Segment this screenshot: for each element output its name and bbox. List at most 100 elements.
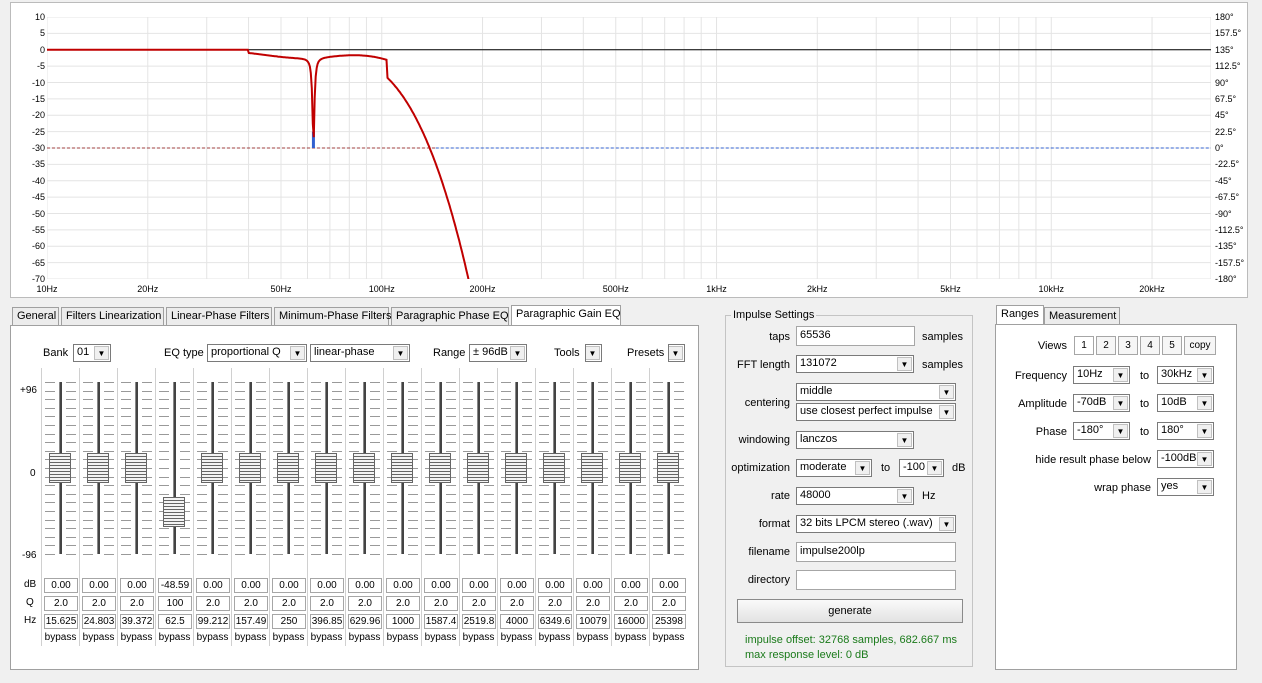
view-button-5[interactable]: 5 — [1162, 336, 1182, 355]
band-frequency-field[interactable]: 1000 — [386, 614, 420, 629]
tab-linear-phase-filters[interactable]: Linear-Phase Filters — [166, 307, 272, 326]
windowing-select[interactable]: lanczos ▼ — [796, 431, 914, 449]
gain-slider-thumb[interactable] — [391, 453, 413, 483]
band-bypass-toggle[interactable]: bypass — [346, 632, 383, 643]
band-bypass-toggle[interactable]: bypass — [42, 632, 79, 643]
band-bypass-toggle[interactable]: bypass — [498, 632, 535, 643]
band-bypass-toggle[interactable]: bypass — [536, 632, 573, 643]
tab-ranges[interactable]: Ranges — [996, 305, 1044, 326]
gain-slider-thumb[interactable] — [49, 453, 71, 483]
band-gain-field[interactable]: 0.00 — [386, 578, 420, 593]
band-gain-field[interactable]: 0.00 — [234, 578, 268, 593]
phase-mode-select[interactable]: linear-phase ▼ — [310, 344, 410, 362]
gain-slider-thumb[interactable] — [125, 453, 147, 483]
filename-input[interactable]: impulse200lp — [796, 542, 956, 562]
range-select[interactable]: ± 96dB ▼ — [469, 344, 527, 362]
tab-general[interactable]: General — [12, 307, 59, 326]
eq-type-select[interactable]: proportional Q ▼ — [207, 344, 307, 362]
generate-button[interactable]: generate — [737, 599, 963, 623]
band-gain-field[interactable]: -48.59 — [158, 578, 192, 593]
band-bypass-toggle[interactable]: bypass — [574, 632, 611, 643]
gain-slider-thumb[interactable] — [467, 453, 489, 483]
band-q-field[interactable]: 2.0 — [500, 596, 534, 611]
band-gain-field[interactable]: 0.00 — [196, 578, 230, 593]
tools-menu[interactable]: ▼ — [585, 344, 602, 362]
gain-slider-track[interactable] — [173, 382, 176, 554]
phase-from-select[interactable]: -180° ▼ — [1073, 422, 1130, 440]
wrap-phase-select[interactable]: yes ▼ — [1157, 478, 1214, 496]
bank-select[interactable]: 01 ▼ — [73, 344, 111, 362]
band-frequency-field[interactable]: 4000 — [500, 614, 534, 629]
band-bypass-toggle[interactable]: bypass — [460, 632, 497, 643]
band-q-field[interactable]: 2.0 — [234, 596, 268, 611]
band-gain-field[interactable]: 0.00 — [538, 578, 572, 593]
band-q-field[interactable]: 2.0 — [386, 596, 420, 611]
band-q-field[interactable]: 2.0 — [44, 596, 78, 611]
band-q-field[interactable]: 100 — [158, 596, 192, 611]
band-bypass-toggle[interactable]: bypass — [118, 632, 155, 643]
phase-to-select[interactable]: 180° ▼ — [1157, 422, 1214, 440]
gain-slider-thumb[interactable] — [315, 453, 337, 483]
view-button-1[interactable]: 1 — [1074, 336, 1094, 355]
band-gain-field[interactable]: 0.00 — [44, 578, 78, 593]
band-frequency-field[interactable]: 6349.6 — [538, 614, 572, 629]
gain-slider-thumb[interactable] — [429, 453, 451, 483]
band-frequency-field[interactable]: 396.85 — [310, 614, 344, 629]
band-bypass-toggle[interactable]: bypass — [270, 632, 307, 643]
band-q-field[interactable]: 2.0 — [196, 596, 230, 611]
presets-menu[interactable]: ▼ — [668, 344, 685, 362]
band-frequency-field[interactable]: 99.212 — [196, 614, 230, 629]
band-frequency-field[interactable]: 2519.8 — [462, 614, 496, 629]
amplitude-to-select[interactable]: 10dB ▼ — [1157, 394, 1214, 412]
gain-slider-thumb[interactable] — [277, 453, 299, 483]
band-q-field[interactable]: 2.0 — [462, 596, 496, 611]
band-bypass-toggle[interactable]: bypass — [612, 632, 649, 643]
band-bypass-toggle[interactable]: bypass — [384, 632, 421, 643]
band-gain-field[interactable]: 0.00 — [614, 578, 648, 593]
fft-length-select[interactable]: 131072 ▼ — [796, 355, 914, 373]
band-frequency-field[interactable]: 39.372 — [120, 614, 154, 629]
gain-slider-thumb[interactable] — [543, 453, 565, 483]
optimization-select[interactable]: moderate ▼ — [796, 459, 872, 477]
band-bypass-toggle[interactable]: bypass — [308, 632, 345, 643]
format-select[interactable]: 32 bits LPCM stereo (.wav) ▼ — [796, 515, 956, 533]
tab-paragraphic-phase-eq[interactable]: Paragraphic Phase EQ — [391, 307, 509, 326]
band-q-field[interactable]: 2.0 — [576, 596, 610, 611]
band-bypass-toggle[interactable]: bypass — [194, 632, 231, 643]
band-frequency-field[interactable]: 24.803 — [82, 614, 116, 629]
band-bypass-toggle[interactable]: bypass — [422, 632, 459, 643]
band-frequency-field[interactable]: 16000 — [614, 614, 648, 629]
band-q-field[interactable]: 2.0 — [82, 596, 116, 611]
band-bypass-toggle[interactable]: bypass — [650, 632, 687, 643]
band-q-field[interactable]: 2.0 — [652, 596, 686, 611]
band-q-field[interactable]: 2.0 — [538, 596, 572, 611]
tab-paragraphic-gain-eq[interactable]: Paragraphic Gain EQ — [511, 305, 621, 326]
band-frequency-field[interactable]: 62.5 — [158, 614, 192, 629]
band-frequency-field[interactable]: 629.96 — [348, 614, 382, 629]
band-q-field[interactable]: 2.0 — [272, 596, 306, 611]
optimization-level-select[interactable]: -100 ▼ — [899, 459, 944, 477]
gain-slider-thumb[interactable] — [657, 453, 679, 483]
band-gain-field[interactable]: 0.00 — [82, 578, 116, 593]
band-gain-field[interactable]: 0.00 — [462, 578, 496, 593]
band-q-field[interactable]: 2.0 — [614, 596, 648, 611]
frequency-from-select[interactable]: 10Hz ▼ — [1073, 366, 1130, 384]
taps-input[interactable]: 65536 — [796, 326, 915, 346]
amplitude-from-select[interactable]: -70dB ▼ — [1073, 394, 1130, 412]
band-frequency-field[interactable]: 1587.4 — [424, 614, 458, 629]
gain-slider-thumb[interactable] — [163, 496, 185, 527]
gain-slider-thumb[interactable] — [239, 453, 261, 483]
tab-minimum-phase-filters[interactable]: Minimum-Phase Filters — [274, 307, 391, 326]
band-gain-field[interactable]: 0.00 — [500, 578, 534, 593]
centering-mode-select[interactable]: use closest perfect impulse ▼ — [796, 403, 956, 421]
band-bypass-toggle[interactable]: bypass — [156, 632, 193, 643]
gain-slider-thumb[interactable] — [581, 453, 603, 483]
view-button-4[interactable]: 4 — [1140, 336, 1160, 355]
view-button-3[interactable]: 3 — [1118, 336, 1138, 355]
band-gain-field[interactable]: 0.00 — [424, 578, 458, 593]
band-frequency-field[interactable]: 15.625 — [44, 614, 78, 629]
band-gain-field[interactable]: 0.00 — [272, 578, 306, 593]
frequency-response-plot[interactable]: 10 5 0 -5 -10 -15 -20 -25 -30 -35 -40 -45 -50 -55 -60 -… — [10, 2, 1248, 298]
band-bypass-toggle[interactable]: bypass — [232, 632, 269, 643]
gain-slider-thumb[interactable] — [505, 453, 527, 483]
